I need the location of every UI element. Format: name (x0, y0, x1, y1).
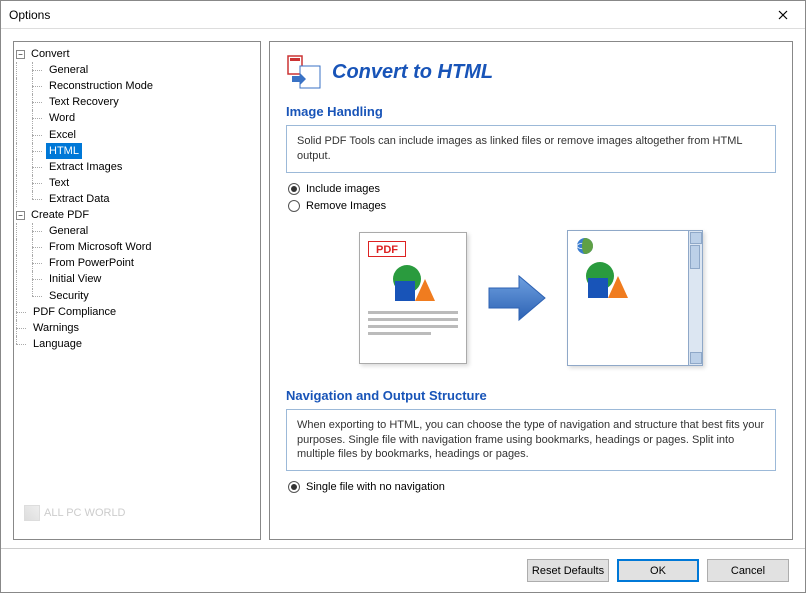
close-button[interactable] (761, 1, 805, 29)
radio-label: Single file with no navigation (306, 481, 445, 493)
tree-item-label[interactable]: Word (46, 110, 78, 126)
globe-icon (576, 237, 594, 255)
tree-item-label[interactable]: Extract Images (46, 159, 125, 175)
scroll-up-icon[interactable] (690, 232, 702, 244)
tree-item-label[interactable]: Reconstruction Mode (46, 78, 156, 94)
tree-item[interactable]: Excel (16, 126, 258, 142)
tree-node-convert[interactable]: −Convert GeneralReconstruction ModeText … (16, 46, 258, 207)
tree-item[interactable]: From PowerPoint (16, 255, 258, 271)
svg-text:PDF: PDF (376, 244, 398, 256)
tree-item[interactable]: PDF Compliance (16, 304, 258, 320)
radio-label: Include images (306, 183, 380, 195)
nav-output-desc: When exporting to HTML, you can choose t… (286, 409, 776, 472)
tree-item[interactable]: Language (16, 336, 258, 352)
scroll-down-icon[interactable] (690, 352, 702, 364)
body-area: −Convert GeneralReconstruction ModeText … (1, 29, 805, 548)
tree-item[interactable]: Text Recovery (16, 94, 258, 110)
tree-item-label[interactable]: Language (30, 336, 85, 352)
section-title-image-handling: Image Handling (286, 104, 776, 119)
titlebar: Options (1, 1, 805, 29)
scroll-thumb[interactable] (690, 245, 700, 269)
tree-item-label[interactable]: Text (46, 175, 72, 191)
tree-item[interactable]: Security (16, 287, 258, 303)
tree-item[interactable]: Extract Data (16, 191, 258, 207)
tree-item[interactable]: From Microsoft Word (16, 239, 258, 255)
options-tree: −Convert GeneralReconstruction ModeText … (16, 46, 258, 352)
collapse-icon[interactable]: − (16, 211, 25, 220)
tree-item-label[interactable]: Text Recovery (46, 94, 122, 110)
tree-item-label[interactable]: General (46, 62, 91, 78)
radio-icon (288, 481, 300, 493)
tree-item-label[interactable]: Initial View (46, 271, 104, 287)
radio-option[interactable]: Single file with no navigation (288, 481, 776, 493)
tree-item-label[interactable]: Excel (46, 127, 79, 143)
page-header: Convert to HTML (286, 54, 776, 90)
conversion-illustration: PDF (286, 230, 776, 366)
section-title-nav-output: Navigation and Output Structure (286, 388, 776, 403)
pdf-badge-icon: PDF (368, 241, 406, 257)
tree-panel: −Convert GeneralReconstruction ModeText … (13, 41, 261, 540)
ok-button[interactable]: OK (617, 559, 699, 582)
radio-icon (288, 183, 300, 195)
radio-option[interactable]: Include images (288, 183, 776, 195)
page-title: Convert to HTML (332, 61, 493, 84)
tree-item-label[interactable]: Extract Data (46, 191, 113, 207)
tree-item-label[interactable]: Warnings (30, 320, 82, 336)
radio-option[interactable]: Remove Images (288, 200, 776, 212)
html-doc-illustration (567, 230, 703, 366)
pdf-doc-illustration: PDF (359, 232, 467, 364)
cancel-button[interactable]: Cancel (707, 559, 789, 582)
shapes-icon (383, 263, 443, 305)
dialog-footer: Reset Defaults OK Cancel (1, 548, 805, 592)
window-title: Options (9, 8, 50, 22)
tree-item[interactable]: Word (16, 110, 258, 126)
tree-item-label[interactable]: General (46, 223, 91, 239)
tree-item[interactable]: Reconstruction Mode (16, 78, 258, 94)
radio-label: Remove Images (306, 200, 386, 212)
watermark-icon (24, 505, 40, 521)
tree-item-label[interactable]: From PowerPoint (46, 255, 137, 271)
image-handling-desc: Solid PDF Tools can include images as li… (286, 125, 776, 173)
tree-item-label[interactable]: From Microsoft Word (46, 239, 154, 255)
tree-item[interactable]: Warnings (16, 320, 258, 336)
tree-item[interactable]: Initial View (16, 271, 258, 287)
tree-item-label[interactable]: Security (46, 288, 92, 304)
close-icon (778, 10, 788, 20)
tree-item[interactable]: Extract Images (16, 159, 258, 175)
scrollbar[interactable] (688, 231, 702, 365)
tree-item[interactable]: General (16, 223, 258, 239)
tree-item-label[interactable]: HTML (46, 143, 82, 159)
content-panel: Convert to HTML Image Handling Solid PDF… (269, 41, 793, 540)
reset-defaults-button[interactable]: Reset Defaults (527, 559, 609, 582)
arrow-right-icon (485, 270, 549, 326)
watermark: ALL PC WORLD (24, 505, 126, 521)
convert-html-icon (286, 54, 322, 90)
collapse-icon[interactable]: − (16, 50, 25, 59)
tree-node-create-pdf[interactable]: −Create PDF GeneralFrom Microsoft WordFr… (16, 207, 258, 304)
tree-item[interactable]: HTML (16, 143, 258, 159)
tree-item-label[interactable]: PDF Compliance (30, 304, 119, 320)
tree-item[interactable]: Text (16, 175, 258, 191)
radio-icon (288, 200, 300, 212)
tree-item[interactable]: General (16, 62, 258, 78)
shapes-icon (576, 260, 636, 302)
